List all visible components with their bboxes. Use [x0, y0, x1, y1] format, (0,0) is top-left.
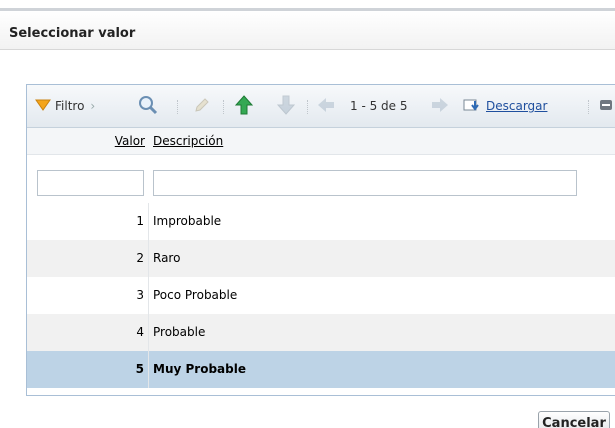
row-valor: 5: [135, 362, 144, 376]
table-row[interactable]: 1 Improbable: [27, 203, 615, 240]
row-valor: 3: [136, 288, 144, 302]
pencil-icon: [193, 96, 211, 117]
row-descripcion: Raro: [153, 251, 181, 265]
cancel-button[interactable]: Cancelar: [538, 411, 610, 428]
download-link[interactable]: Descargar: [486, 99, 547, 113]
filter-label: Filtro: [55, 99, 85, 113]
row-descripcion: Poco Probable: [153, 288, 238, 302]
search-button[interactable]: [138, 85, 158, 127]
download-button[interactable]: Descargar: [463, 85, 547, 127]
funnel-icon: [35, 99, 51, 114]
table-row[interactable]: 3 Poco Probable: [27, 277, 615, 314]
cell-divider: [148, 351, 149, 388]
dialog-title: Seleccionar valor: [9, 26, 136, 41]
move-up-button[interactable]: [234, 85, 254, 127]
table-header: Valor Descripción: [27, 128, 615, 155]
page: Seleccionar valor Filtro › 1 - 5 de 5 De…: [0, 0, 615, 428]
next-page-button[interactable]: [431, 85, 449, 127]
row-descripcion: Muy Probable: [153, 362, 246, 376]
toolbar-separator: [588, 100, 590, 114]
cell-divider: [148, 240, 149, 277]
toolbar-separator: [307, 100, 309, 114]
table-row-selected[interactable]: 5 Muy Probable: [27, 351, 615, 388]
pager-info: 1 - 5 de 5: [350, 85, 408, 127]
arrow-down-icon: [276, 95, 296, 118]
pager-text: 1 - 5 de 5: [350, 99, 408, 113]
row-descripcion: Probable: [153, 325, 206, 339]
row-descripcion: Improbable: [153, 214, 222, 228]
edit-button[interactable]: [193, 85, 211, 127]
grid-toolbar: Filtro › 1 - 5 de 5 Descargar: [27, 85, 615, 128]
move-down-button[interactable]: [276, 85, 296, 127]
cell-divider: [148, 314, 149, 351]
columns-button[interactable]: [599, 85, 613, 127]
cell-divider: [148, 277, 149, 314]
row-valor: 2: [136, 251, 144, 265]
dialog-header: Seleccionar valor: [0, 11, 615, 50]
previous-page-button[interactable]: [317, 85, 335, 127]
arrow-left-icon: [317, 97, 335, 116]
table-row[interactable]: 4 Probable: [27, 314, 615, 351]
download-icon: [463, 97, 481, 116]
magnifier-icon: [138, 95, 158, 118]
column-header-valor[interactable]: Valor: [105, 134, 145, 148]
row-valor: 1: [136, 214, 144, 228]
grid-panel: Filtro › 1 - 5 de 5 Descargar Valor Desc…: [26, 84, 615, 396]
column-header-descripcion[interactable]: Descripción: [153, 134, 223, 148]
filter-button[interactable]: Filtro ›: [35, 85, 95, 127]
cell-divider: [148, 203, 149, 240]
table-row[interactable]: 2 Raro: [27, 240, 615, 277]
filter-row: [27, 155, 615, 196]
arrow-right-icon: [431, 97, 449, 116]
columns-icon: [599, 99, 613, 114]
valor-filter-input[interactable]: [37, 170, 144, 196]
toolbar-separator: [177, 100, 179, 114]
descripcion-filter-input[interactable]: [153, 170, 577, 196]
toolbar-separator: [223, 100, 225, 114]
row-valor: 4: [136, 325, 144, 339]
chevron-right-icon: ›: [90, 99, 96, 113]
arrow-up-icon: [234, 94, 254, 118]
